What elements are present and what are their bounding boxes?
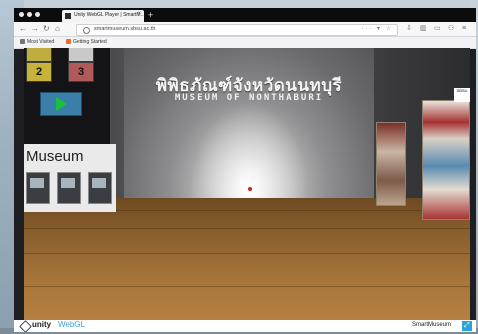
- keypad-panel: 2 3: [24, 48, 110, 144]
- sidebar-icon[interactable]: ▭: [434, 25, 441, 33]
- unity-footer: unity WebGL SmartMuseum ⤢: [14, 320, 476, 332]
- museum-logo: SBSU: [454, 88, 470, 102]
- museum-sign-english: MUSEUM OF NONTHABURI: [174, 93, 324, 103]
- crosshair-dot: [248, 187, 252, 191]
- gear-icon: [20, 39, 25, 44]
- unity-favicon-icon: [65, 13, 71, 19]
- exhibit-poster[interactable]: [376, 122, 406, 206]
- reload-icon[interactable]: ↻: [43, 24, 50, 34]
- exhibit-thumbnail[interactable]: [57, 172, 81, 204]
- tab-title: Unity WebGL Player | SmartM...: [74, 12, 145, 18]
- address-bar[interactable]: smartmuseum.sbsu.ac.th ··· ▾ ☆: [76, 24, 398, 36]
- exhibit-poster-large[interactable]: [422, 100, 470, 220]
- keypad-key-2[interactable]: 2: [26, 62, 52, 82]
- thumbnail-image: [61, 178, 75, 188]
- museum-exhibit-panel: Museum: [24, 144, 116, 212]
- floor-plank-line: [24, 228, 470, 229]
- background-top: [0, 0, 478, 8]
- keypad-key[interactable]: [26, 48, 52, 62]
- floor-plank-line: [24, 253, 470, 254]
- play-icon: [56, 97, 67, 111]
- download-icon[interactable]: ⇩: [406, 25, 412, 33]
- unity-logo-icon: [19, 320, 32, 332]
- page-actions-icon[interactable]: ··· ▾ ☆: [361, 25, 393, 32]
- account-icon[interactable]: ⚇: [448, 25, 454, 33]
- tab-unity-webgl[interactable]: Unity WebGL Player | SmartM... ×: [62, 10, 145, 22]
- bookmark-getting-started[interactable]: Getting Started: [66, 39, 107, 45]
- bookmark-label: Getting Started: [73, 39, 107, 45]
- maximize-window-button[interactable]: [35, 12, 40, 17]
- forward-icon[interactable]: →: [31, 24, 39, 34]
- home-icon[interactable]: ⌂: [55, 24, 60, 34]
- game-title: SmartMuseum: [412, 322, 452, 328]
- webgl-label: WebGL: [58, 320, 85, 329]
- exhibit-thumbnail[interactable]: [88, 172, 112, 204]
- wooden-floor: [24, 198, 470, 320]
- unity-canvas[interactable]: พิพิธภัณฑ์จังหวัดนนทบุรี MUSEUM OF NONTH…: [24, 48, 470, 320]
- keypad-key-3[interactable]: 3: [68, 62, 94, 82]
- bookmark-label: Most Visited: [27, 39, 55, 45]
- minimize-window-button[interactable]: [27, 12, 32, 17]
- bookmark-most-visited[interactable]: Most Visited: [20, 39, 54, 45]
- back-icon[interactable]: ←: [19, 24, 27, 34]
- library-icon[interactable]: ▥: [420, 25, 427, 33]
- info-icon[interactable]: [83, 27, 90, 34]
- museum-panel-heading: Museum: [26, 148, 84, 165]
- browser-window: Unity WebGL Player | SmartM... × + ← → ↻…: [14, 8, 476, 332]
- play-button[interactable]: [40, 92, 82, 116]
- url-text: smartmuseum.sbsu.ac.th: [94, 26, 156, 32]
- thumbnail-image: [92, 178, 106, 188]
- tab-bar: Unity WebGL Player | SmartM... × +: [14, 8, 476, 22]
- thumbnail-image: [30, 178, 44, 188]
- keypad-key[interactable]: [68, 48, 94, 62]
- fullscreen-icon: ⤢: [464, 322, 470, 329]
- floor-plank-line: [24, 286, 470, 287]
- unity-brand: unity: [32, 320, 52, 329]
- new-tab-icon[interactable]: +: [148, 9, 153, 21]
- firefox-icon: [66, 39, 71, 44]
- exhibit-thumbnail[interactable]: [26, 172, 50, 204]
- navigation-bar: ← → ↻ ⌂ smartmuseum.sbsu.ac.th ··· ▾ ☆ ⇩…: [14, 22, 476, 37]
- tab-close-icon[interactable]: ×: [137, 11, 141, 17]
- menu-icon[interactable]: ≡: [462, 25, 466, 33]
- close-window-button[interactable]: [19, 12, 24, 17]
- fullscreen-button[interactable]: ⤢: [462, 321, 472, 331]
